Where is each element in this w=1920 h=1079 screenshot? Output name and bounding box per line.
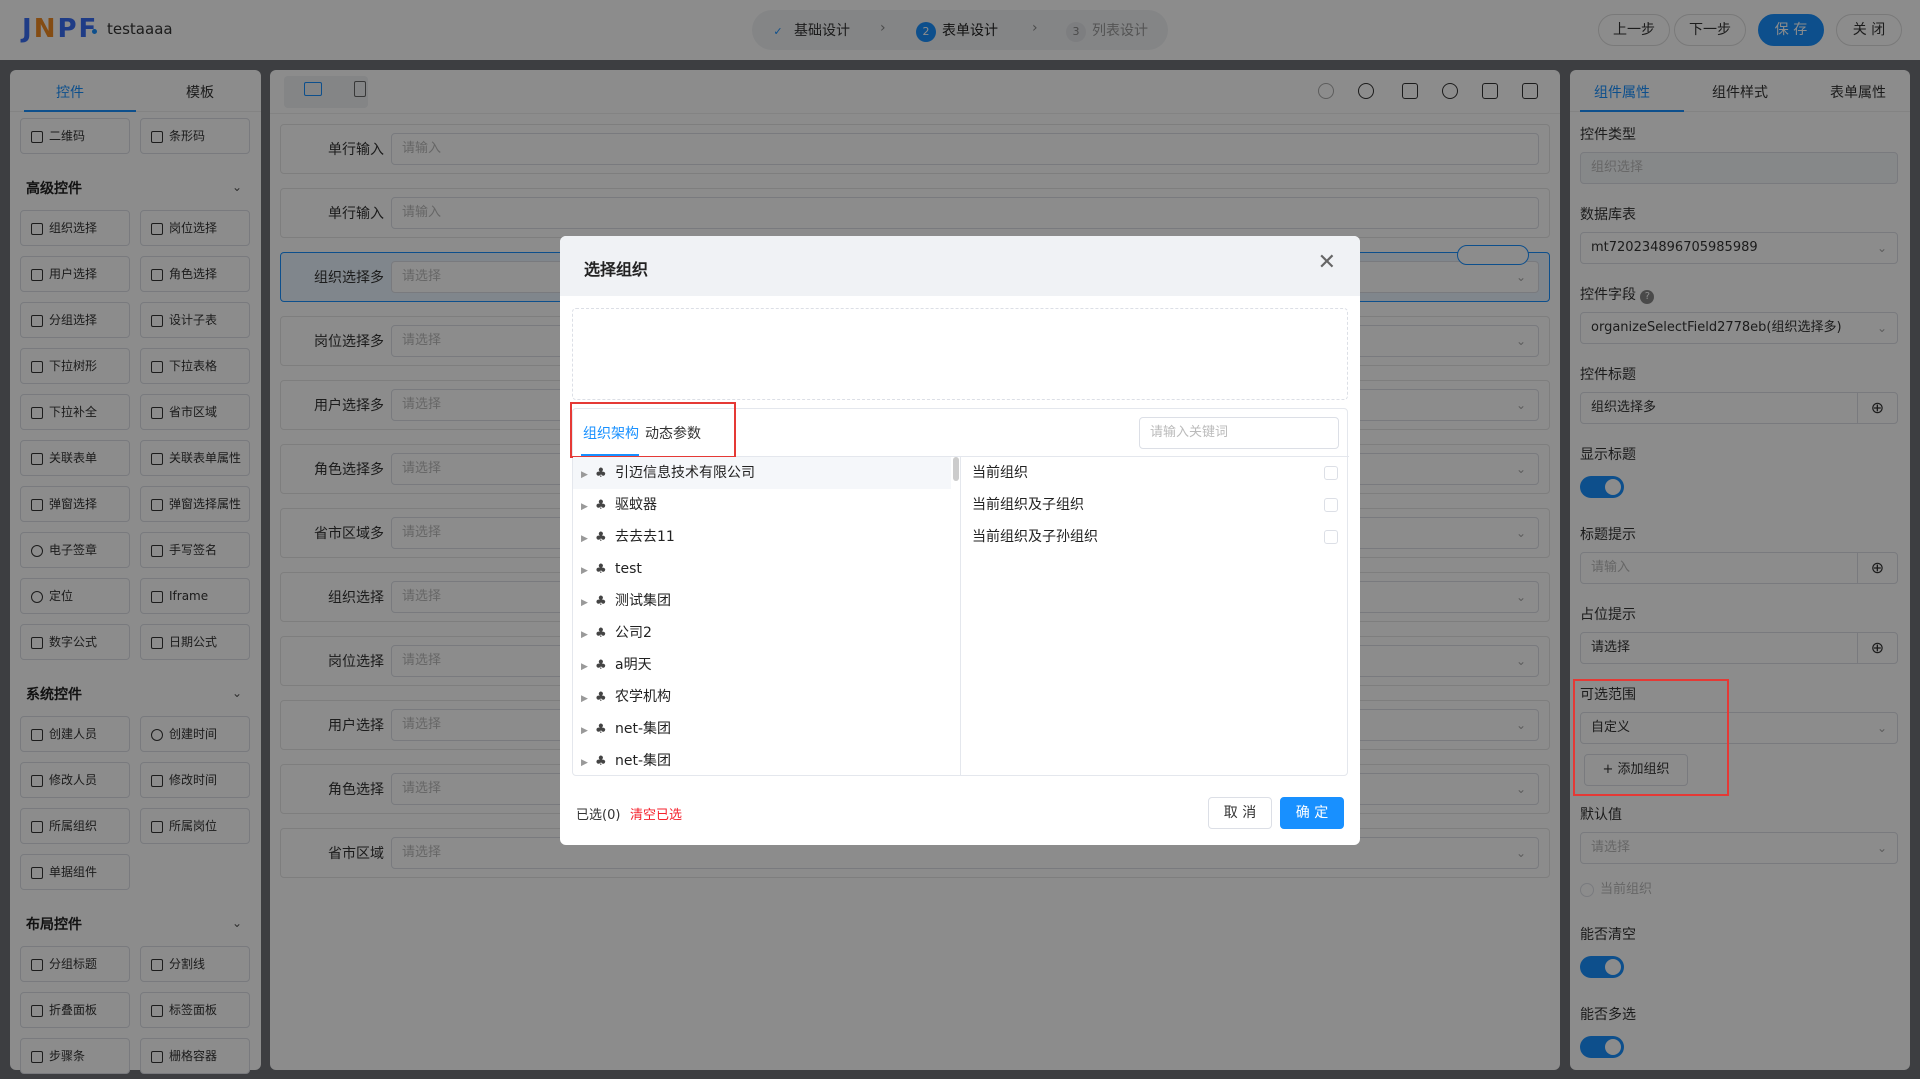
tree-node[interactable]: ▶ ♣ 驱蚊器 xyxy=(573,489,951,521)
tree-node[interactable]: ▶ ♣ 引迈信息技术有限公司 xyxy=(573,457,951,489)
annotation-box xyxy=(570,402,736,458)
expand-arrow-icon[interactable]: ▶ xyxy=(581,555,595,587)
org-icon: ♣ xyxy=(595,498,607,513)
org-tree: ▶ ♣ 引迈信息技术有限公司 ▶ ♣ 驱蚊器 ▶ ♣ 去去去11 ▶ ♣ test ▶ ♣ 测试集团… xyxy=(573,457,961,775)
checkbox[interactable] xyxy=(1324,498,1338,512)
annotation-box xyxy=(1573,679,1729,796)
expand-arrow-icon[interactable]: ▶ xyxy=(581,491,595,523)
tree-node[interactable]: ▶ ♣ net-集团 xyxy=(573,745,951,775)
dynamic-option[interactable]: 当前组织及子组织 xyxy=(962,489,1348,521)
expand-arrow-icon[interactable]: ▶ xyxy=(581,523,595,555)
close-icon[interactable]: ✕ xyxy=(1318,250,1336,275)
tree-node[interactable]: ▶ ♣ 去去去11 xyxy=(573,521,951,553)
tree-node[interactable]: ▶ ♣ a明天 xyxy=(573,649,951,681)
tree-node[interactable]: ▶ ♣ 农学机构 xyxy=(573,681,951,713)
org-icon: ♣ xyxy=(595,658,607,673)
tree-node[interactable]: ▶ ♣ 公司2 xyxy=(573,617,951,649)
select-org-dialog: 选择组织 ✕ 组织架构 动态参数 请输入关键词 ▶ ♣ 引迈信息技术有限公司 ▶ ♣ 驱… xyxy=(560,236,1360,845)
dialog-footer: 已选(0) 清空已选 取 消 确 定 xyxy=(560,784,1360,845)
selected-area xyxy=(572,308,1348,400)
confirm-button[interactable]: 确 定 xyxy=(1280,797,1344,829)
org-icon: ♣ xyxy=(595,562,607,577)
tree-node[interactable]: ▶ ♣ test xyxy=(573,553,951,585)
dialog-header: 选择组织 ✕ xyxy=(560,236,1360,296)
org-icon: ♣ xyxy=(595,626,607,641)
expand-arrow-icon[interactable]: ▶ xyxy=(581,747,595,775)
org-icon: ♣ xyxy=(595,530,607,545)
org-icon: ♣ xyxy=(595,466,607,481)
org-icon: ♣ xyxy=(595,690,607,705)
expand-arrow-icon[interactable]: ▶ xyxy=(581,651,595,683)
dialog-tabs: 组织架构 动态参数 请输入关键词 xyxy=(570,402,1349,458)
expand-arrow-icon[interactable]: ▶ xyxy=(581,715,595,747)
expand-arrow-icon[interactable]: ▶ xyxy=(581,619,595,651)
dialog-title: 选择组织 xyxy=(584,260,649,279)
tree-scrollbar[interactable] xyxy=(953,457,959,481)
dynamic-option[interactable]: 当前组织 xyxy=(962,457,1348,489)
dynamic-option[interactable]: 当前组织及子孙组织 xyxy=(962,521,1348,553)
tree-node[interactable]: ▶ ♣ net-集团 xyxy=(573,713,951,745)
cancel-button[interactable]: 取 消 xyxy=(1208,797,1272,829)
dynamic-options: 当前组织 当前组织及子组织 当前组织及子孙组织 xyxy=(962,457,1348,775)
keyword-search-input[interactable]: 请输入关键词 xyxy=(1139,417,1339,449)
tree-node[interactable]: ▶ ♣ 测试集团 xyxy=(573,585,951,617)
org-icon: ♣ xyxy=(595,754,607,769)
expand-arrow-icon[interactable]: ▶ xyxy=(581,459,595,491)
checkbox[interactable] xyxy=(1324,466,1338,480)
org-icon: ♣ xyxy=(595,722,607,737)
expand-arrow-icon[interactable]: ▶ xyxy=(581,683,595,715)
expand-arrow-icon[interactable]: ▶ xyxy=(581,587,595,619)
checkbox[interactable] xyxy=(1324,530,1338,544)
org-icon: ♣ xyxy=(595,594,607,609)
dialog-body: 组织架构 动态参数 请输入关键词 ▶ ♣ 引迈信息技术有限公司 ▶ ♣ 驱蚊器 ▶ ♣ 去去… xyxy=(570,402,1349,776)
clear-selected-link[interactable]: 清空已选 xyxy=(630,804,682,823)
selected-count: 已选(0) xyxy=(576,808,621,823)
